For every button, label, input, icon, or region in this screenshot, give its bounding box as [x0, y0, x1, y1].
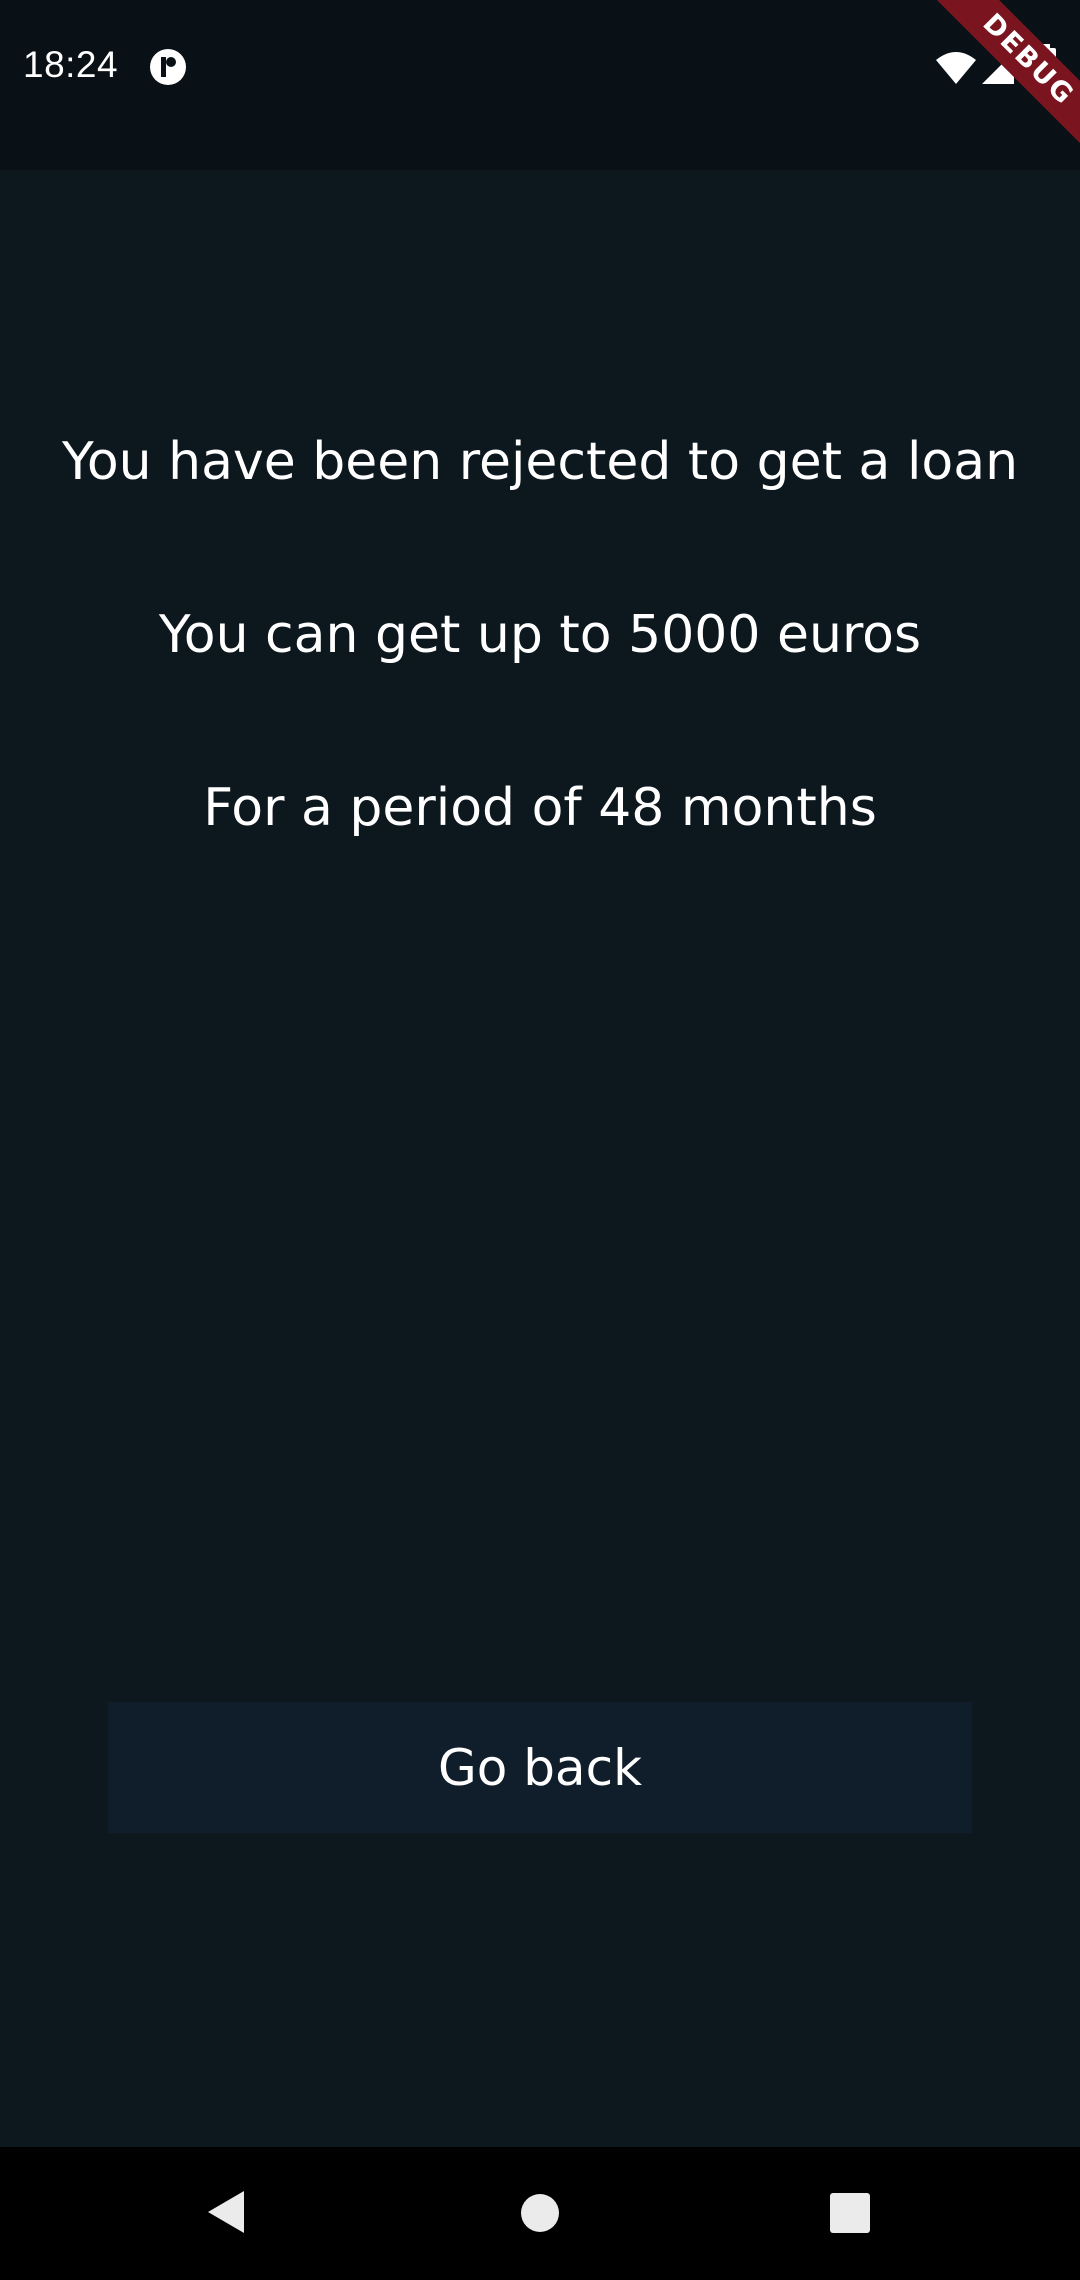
loan-amount-message: You can get up to 5000 euros: [158, 605, 922, 665]
rejection-message: You have been rejected to get a loan: [61, 432, 1019, 492]
navigation-bar: [0, 2147, 1080, 2280]
screen: 18:24 DEBUG You have been rejected to ge…: [0, 0, 1080, 2280]
debug-banner-label: DEBUG: [920, 0, 1080, 168]
debug-banner: DEBUG: [910, 0, 1080, 170]
loan-period-message: For a period of 48 months: [203, 778, 877, 838]
notification-icon: [148, 47, 188, 87]
status-time: 18:24: [23, 44, 119, 85]
go-back-button[interactable]: Go back: [108, 1702, 972, 1833]
home-icon[interactable]: [519, 2192, 561, 2234]
back-icon[interactable]: [204, 2187, 248, 2237]
status-bar: 18:24 DEBUG: [0, 0, 1080, 170]
recents-icon[interactable]: [829, 2192, 871, 2234]
